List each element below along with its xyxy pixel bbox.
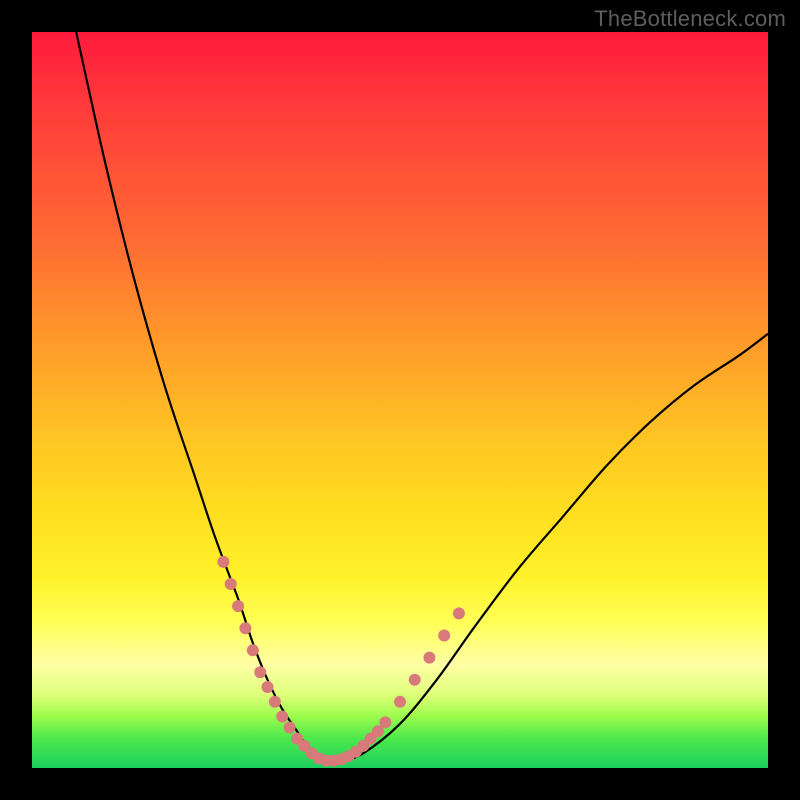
bottleneck-curve-svg — [32, 32, 768, 768]
highlight-dot — [247, 644, 259, 656]
highlight-dot — [409, 674, 421, 686]
highlight-dot — [423, 652, 435, 664]
highlight-dot — [225, 578, 237, 590]
highlight-dot — [284, 722, 296, 734]
highlight-dot — [276, 711, 288, 723]
highlight-dot — [217, 556, 229, 568]
highlight-dots — [217, 556, 465, 767]
highlight-dot — [438, 630, 450, 642]
highlight-dot — [262, 681, 274, 693]
highlight-dot — [269, 696, 281, 708]
bottleneck-curve — [76, 32, 768, 762]
highlight-dot — [239, 622, 251, 634]
highlight-dot — [453, 607, 465, 619]
figure-frame: TheBottleneck.com — [0, 0, 800, 800]
plot-area — [32, 32, 768, 768]
highlight-dot — [232, 600, 244, 612]
highlight-dot — [379, 716, 391, 728]
highlight-dot — [394, 696, 406, 708]
highlight-dot — [254, 666, 266, 678]
watermark-text: TheBottleneck.com — [594, 6, 786, 32]
